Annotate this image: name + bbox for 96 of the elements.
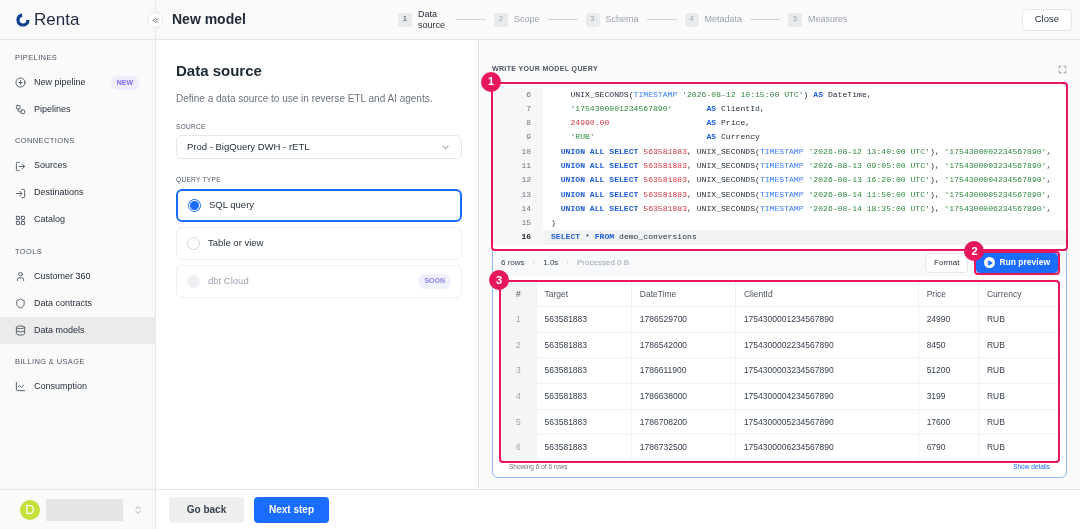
row-number: 4 — [501, 383, 536, 410]
query-stat: 1.0s — [543, 256, 559, 269]
table-cell: 563581883 — [536, 409, 632, 435]
format-button[interactable]: Format — [925, 252, 969, 273]
table-cell: 1786542000 — [631, 332, 736, 358]
table-cell: RUB — [978, 332, 1058, 358]
go-back-button[interactable]: Go back — [169, 496, 244, 523]
row-number: 1 — [501, 306, 536, 333]
table-cell: 563581883 — [536, 306, 632, 333]
table-cell: 8450 — [918, 332, 979, 358]
table-cell: 1754300002234567890 — [735, 332, 919, 358]
table-cell: 1754300006234567890 — [735, 434, 919, 461]
table-cell: RUB — [978, 409, 1058, 435]
chart-line-icon — [15, 381, 26, 392]
table-cell: RUB — [978, 357, 1058, 384]
code-line: UNION ALL SELECT 563581883, UNIX_SECONDS(TIMESTAMP '2026-08-14 18:35:00 UTC'), '1754300006234567890', — [559, 202, 1053, 215]
table-cell: 1786611900 — [631, 357, 736, 384]
radio-button[interactable] — [188, 199, 201, 212]
sidebar-item[interactable]: Destinations — [0, 179, 155, 207]
line-number: 7 — [525, 102, 532, 115]
row-number: 5 — [501, 409, 536, 435]
sidebar-item[interactable]: Catalog — [0, 206, 155, 234]
query-stat: Processed 0 B — [577, 256, 630, 269]
table-cell: 1786732500 — [631, 434, 736, 461]
table-cell: 17600 — [918, 409, 979, 435]
code-line: 'RUB' AS Currency — [569, 131, 761, 144]
table-cell: 1754300003234567890 — [735, 357, 919, 384]
user-avatar: D — [20, 499, 40, 520]
user-icon — [15, 270, 26, 282]
table-cell: 1786708200 — [631, 409, 736, 435]
separator-dot: · — [532, 256, 536, 269]
query-type-option[interactable]: SQL query — [176, 189, 462, 222]
line-number: 15 — [520, 217, 532, 230]
collapse-sidebar-button[interactable] — [147, 12, 163, 28]
query-type-option[interactable]: Table or view — [176, 227, 462, 260]
table-cell: 1754300005234567890 — [735, 409, 919, 435]
table-cell: RUB — [978, 306, 1058, 333]
play-icon — [984, 257, 996, 269]
line-number: 9 — [525, 131, 532, 144]
line-number: 13 — [520, 188, 532, 201]
code-line: UNIX_SECONDS(TIMESTAMP '2026-08-12 10:15:00 UTC') AS DateTime, — [569, 88, 873, 101]
table-cell: 1754300001234567890 — [735, 306, 919, 333]
table-cell: 51200 — [918, 357, 979, 384]
table-cell: 563581883 — [536, 357, 632, 384]
source-select[interactable]: Prod - BigQuery DWH - rETL — [176, 135, 462, 160]
chevrons-up-down-icon[interactable] — [133, 504, 143, 515]
table-cell: 563581883 — [536, 332, 632, 358]
table-cell: 563581883 — [536, 434, 632, 461]
brand-name: Renta — [34, 8, 80, 31]
nodes-icon — [15, 104, 26, 116]
line-number: 12 — [520, 174, 532, 187]
query-stat: 6 rows — [501, 256, 525, 269]
code-line: 24990.00 AS Price, — [569, 117, 752, 130]
code-line: UNION ALL SELECT 563581883, UNIX_SECONDS(TIMESTAMP '2026-08-13 16:20:00 UTC'), '1754300004234567890', — [559, 174, 1053, 187]
table-cell: 563581883 — [536, 383, 632, 410]
table-cell: RUB — [978, 383, 1058, 410]
page-title: New model — [172, 10, 247, 29]
code-line: UNION ALL SELECT 563581883, UNIX_SECONDS(TIMESTAMP '2026-08-13 09:05:00 UTC'), '1754300003234567890', — [559, 160, 1053, 172]
line-number: 14 — [520, 202, 532, 215]
sidebar-item[interactable]: Customer 360 — [0, 262, 155, 290]
next-step-button[interactable]: Next step — [254, 496, 329, 523]
table-cell: 6790 — [918, 434, 979, 461]
row-number: 2 — [501, 332, 536, 358]
close-button[interactable]: Close — [1021, 8, 1072, 31]
row-number: 6 — [501, 434, 536, 461]
line-number: 16 — [520, 231, 532, 244]
sidebar-item[interactable]: Sources — [0, 152, 155, 180]
code-line: ) — [550, 217, 557, 230]
database-icon — [15, 324, 26, 336]
table-cell: 1754300004234567890 — [735, 383, 919, 410]
sidebar-item[interactable]: Data models — [0, 316, 155, 344]
section-heading: Data source — [176, 61, 263, 81]
code-line: UNION ALL SELECT 563581883, UNIX_SECONDS(TIMESTAMP '2026-08-14 11:50:00 UTC'), '1754300005234567890', — [559, 188, 1053, 201]
section-description: Define a data source to use in reverse ETL and AI agents. — [176, 91, 434, 106]
expand-icon[interactable] — [1058, 64, 1067, 74]
grid-icon — [15, 214, 26, 226]
logo-icon — [16, 12, 30, 27]
table-cell: 24990 — [918, 306, 979, 333]
sidebar-item[interactable]: Data contracts — [0, 289, 155, 317]
plus-circle-icon — [15, 77, 26, 89]
table-cell: 3199 — [918, 383, 979, 410]
line-number: 11 — [520, 160, 532, 172]
line-number: 6 — [525, 88, 532, 101]
shield-icon — [15, 297, 26, 309]
table-cell: 1786638000 — [631, 383, 736, 410]
line-number: 10 — [520, 145, 532, 158]
separator-dot: · — [566, 256, 570, 269]
line-number: 8 — [525, 117, 532, 130]
table-cell: 1786529700 — [631, 306, 736, 333]
code-line: '1754300001234567890' AS ClientId, — [569, 102, 766, 115]
callout-badge: 1 — [481, 71, 501, 92]
row-number: 3 — [501, 357, 536, 384]
sidebar-item[interactable]: Pipelines — [0, 96, 155, 124]
code-line: UNION ALL SELECT 563581883, UNIX_SECONDS(TIMESTAMP '2026-08-12 13:40:00 UTC'), '1754300002234567890', — [559, 145, 1053, 158]
sidebar-item[interactable]: Consumption — [0, 373, 155, 400]
collapse-icon — [150, 15, 160, 25]
